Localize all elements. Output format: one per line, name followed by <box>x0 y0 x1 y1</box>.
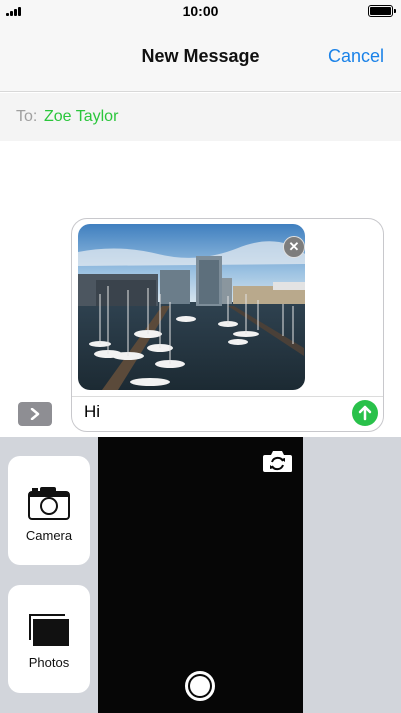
message-compose-box[interactable]: ✕ Hi <box>71 218 384 432</box>
photo-picker: Camera Photos <box>0 437 401 713</box>
nav-bar: New Message Cancel <box>0 22 401 92</box>
expand-apps-button[interactable] <box>18 402 52 426</box>
photos-button[interactable]: Photos <box>8 585 90 693</box>
flip-camera-icon[interactable] <box>262 450 293 473</box>
battery-full-icon <box>368 5 396 17</box>
status-time: 10:00 <box>182 3 219 19</box>
send-arrow-icon <box>358 405 372 421</box>
recipient-field[interactable]: To: Zoe Taylor <box>0 93 401 141</box>
chevron-right-icon <box>30 408 40 420</box>
cancel-button[interactable]: Cancel <box>328 46 384 67</box>
camera-viewfinder[interactable] <box>98 437 303 713</box>
camera-icon <box>28 487 70 520</box>
attached-photo[interactable]: ✕ <box>78 224 305 390</box>
recipient-name[interactable]: Zoe Taylor <box>44 108 118 126</box>
shutter-button[interactable] <box>185 671 215 701</box>
camera-label: Camera <box>25 528 73 543</box>
camera-button[interactable]: Camera <box>8 456 90 565</box>
photo-library-icon <box>29 614 69 646</box>
send-button[interactable] <box>352 400 378 426</box>
compose-divider <box>72 396 383 397</box>
message-input[interactable]: Hi <box>84 402 100 422</box>
status-bar: 10:00 <box>0 0 401 22</box>
photos-label: Photos <box>28 655 70 670</box>
to-label: To: <box>16 108 38 125</box>
remove-attachment-icon[interactable]: ✕ <box>283 236 305 258</box>
